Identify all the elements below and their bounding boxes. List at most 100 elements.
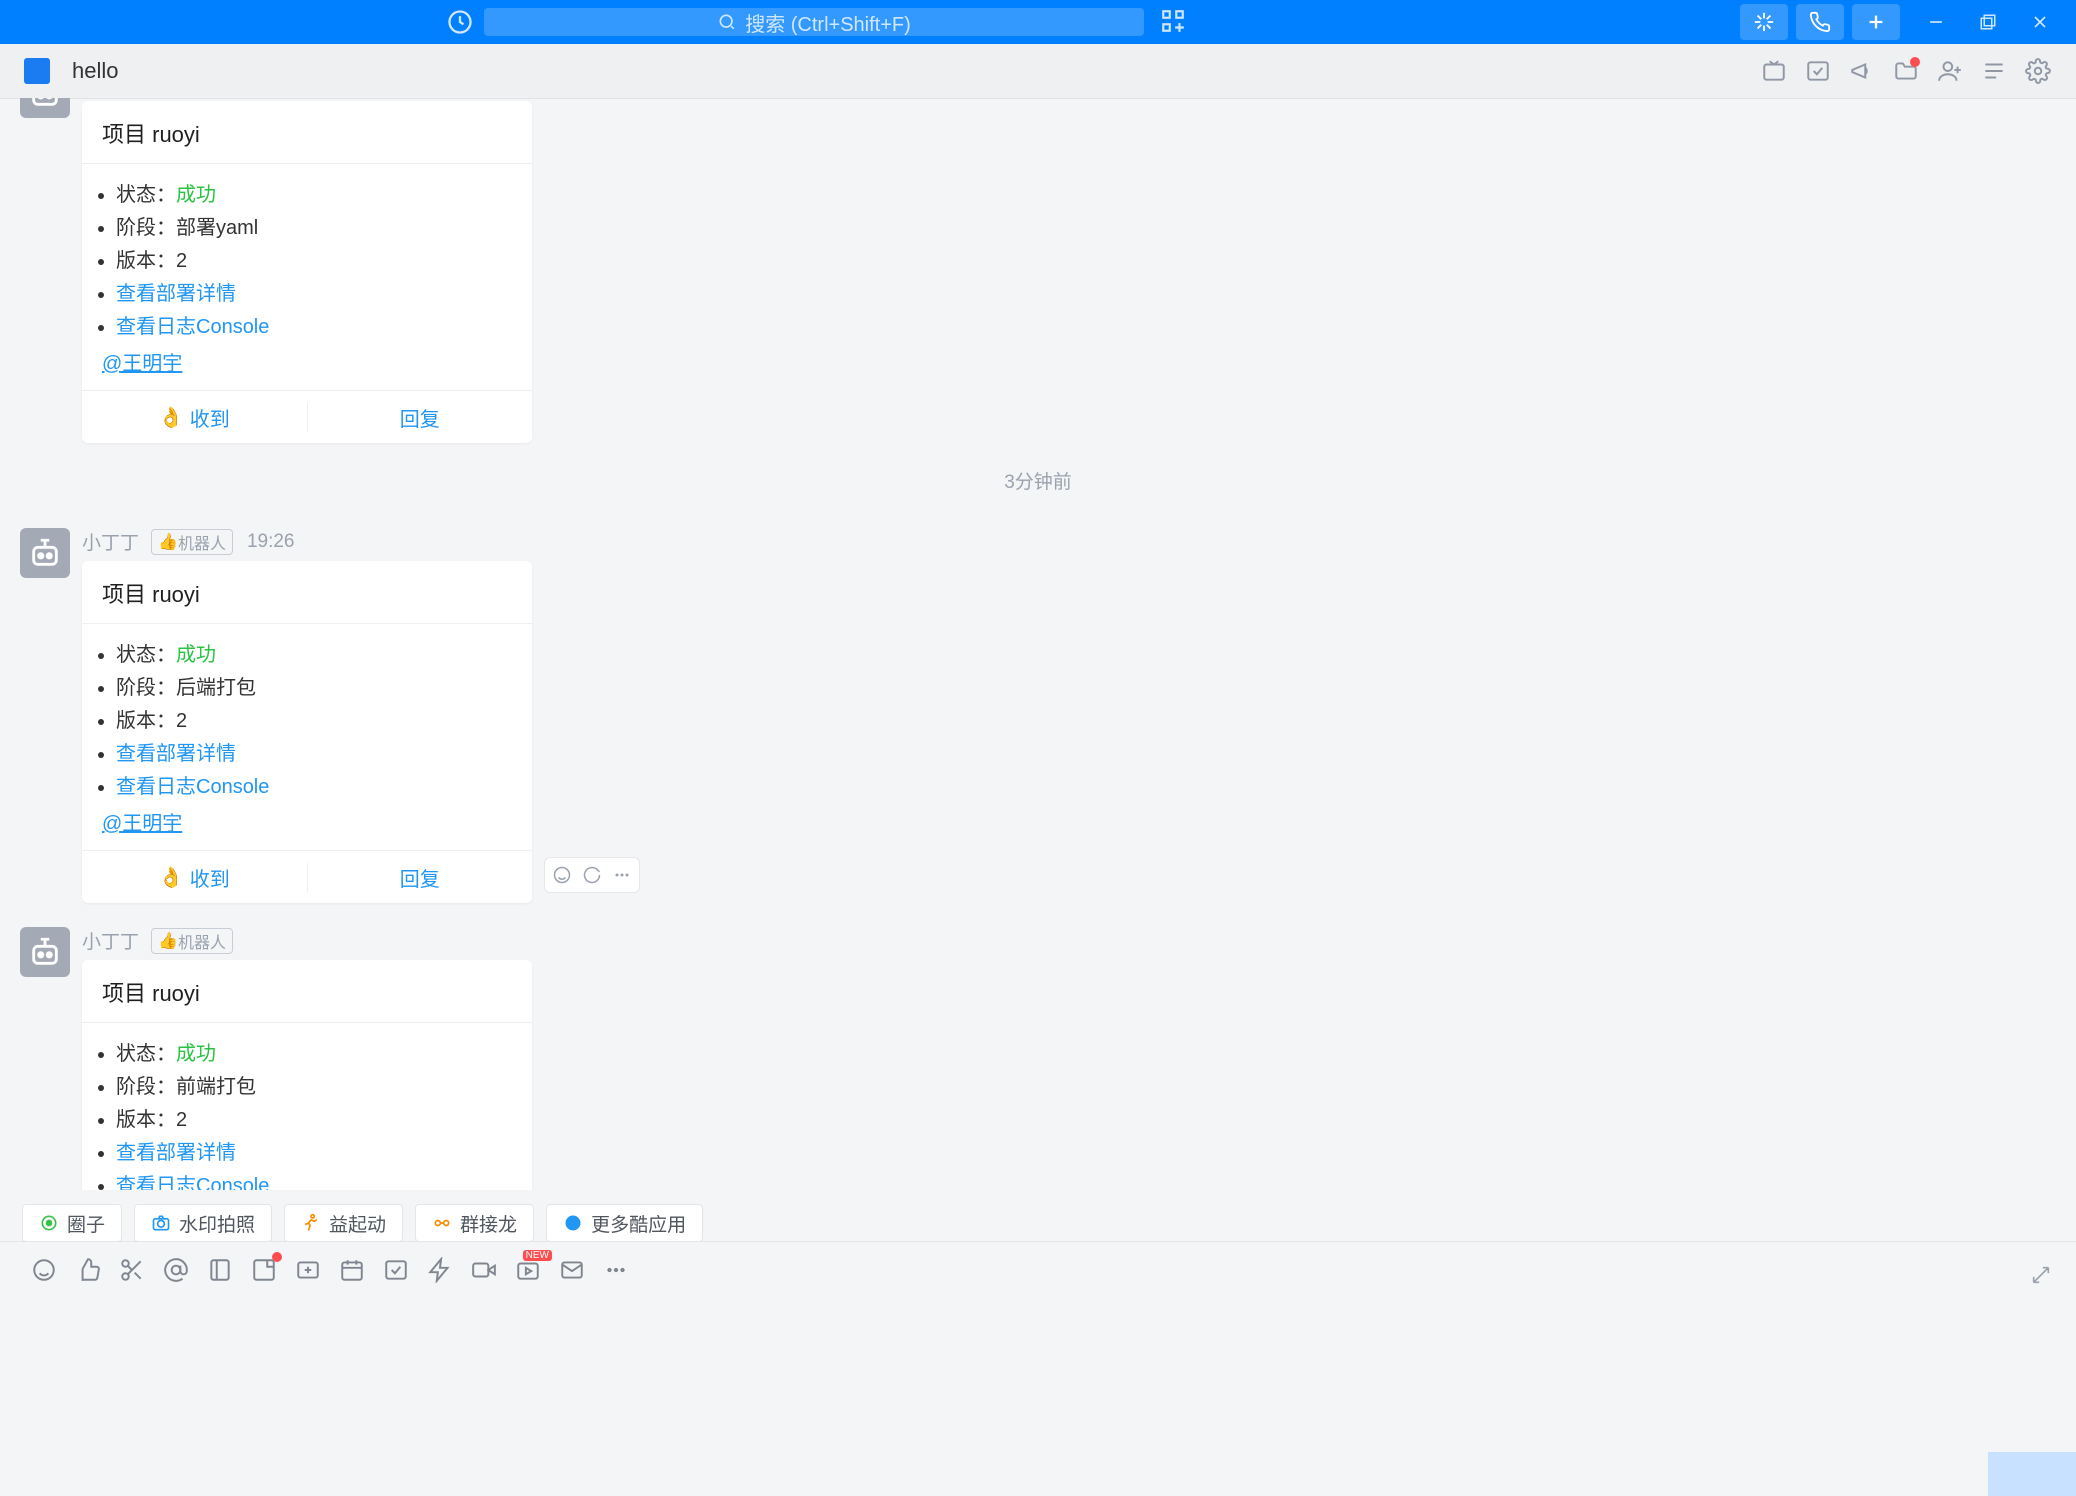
composer-input[interactable] (0, 1298, 2076, 1496)
search-input[interactable]: 搜索 (Ctrl+Shift+F) (484, 8, 1144, 36)
members-icon[interactable] (1928, 53, 1972, 89)
more-tools-icon[interactable] (594, 1252, 638, 1288)
cloud-icon[interactable] (286, 1252, 330, 1288)
at-icon[interactable] (154, 1252, 198, 1288)
version-value: 2 (176, 1109, 187, 1131)
titlebar-right (1740, 4, 2064, 40)
todo-icon[interactable] (374, 1252, 418, 1288)
mention-link[interactable]: @王明宇 (82, 347, 532, 390)
reply-button[interactable]: 回复 (307, 863, 533, 892)
close-button[interactable] (2016, 4, 2064, 40)
detail-link[interactable]: 查看部署详情 (116, 743, 236, 765)
console-link-row: 查看日志Console (116, 1169, 522, 1190)
announce-icon[interactable] (1840, 53, 1884, 89)
console-link[interactable]: 查看日志Console (116, 1175, 269, 1190)
header-actions (1752, 53, 2060, 89)
detail-link[interactable]: 查看部署详情 (116, 283, 236, 305)
card-actions: 👌收到 回复 (82, 850, 532, 903)
reply-button[interactable]: 回复 (307, 403, 533, 432)
pill-watermark[interactable]: 水印拍照 (134, 1204, 272, 1242)
emoji-icon[interactable] (22, 1252, 66, 1288)
message-card: 项目 ruoyi 状态：成功 阶段：前端打包 版本：2 查看部署详情 查看日志C… (82, 960, 532, 1190)
message: 小丁丁 👍机器人 项目 ruoyi 状态：成功 阶段：部署yaml 版本：2 查… (0, 98, 2076, 443)
like-icon[interactable] (66, 1252, 110, 1288)
message-list[interactable]: 小丁丁 👍机器人 项目 ruoyi 状态：成功 阶段：部署yaml 版本：2 查… (0, 98, 2076, 1190)
console-link[interactable]: 查看日志Console (116, 316, 269, 338)
bot-avatar[interactable] (20, 528, 70, 578)
status-value: 成功 (176, 1043, 216, 1065)
detail-link[interactable]: 查看部署详情 (116, 1142, 236, 1164)
stage-value: 前端打包 (176, 1076, 256, 1098)
emoji-react-icon[interactable] (547, 860, 577, 890)
task-icon[interactable] (1796, 53, 1840, 89)
card-body: 状态：成功 阶段：后端打包 版本：2 查看部署详情 查看日志Console (92, 638, 522, 799)
more-apps-icon (563, 1213, 583, 1233)
bot-avatar[interactable] (20, 927, 70, 977)
sender-row: 小丁丁 👍机器人 19:26 (82, 528, 532, 555)
card-title: 项目 ruoyi (82, 960, 532, 1022)
quote-icon[interactable] (577, 860, 607, 890)
add-button[interactable] (1852, 4, 1900, 40)
history-icon[interactable] (446, 8, 474, 36)
pill-circle[interactable]: 圈子 (22, 1204, 122, 1242)
hand-icon: 👌 (159, 405, 184, 430)
stage-row: 阶段：部署yaml (116, 211, 522, 240)
console-link-row: 查看日志Console (116, 310, 522, 339)
mention-link[interactable]: @王明宇 (82, 807, 532, 850)
live-icon[interactable] (1752, 53, 1796, 89)
ack-button[interactable]: 👌收到 (82, 403, 307, 432)
message: 小丁丁 👍机器人 项目 ruoyi 状态：成功 阶段：前端打包 版本：2 查看部… (0, 927, 2076, 1190)
detail-link-row: 查看部署详情 (116, 1136, 522, 1165)
more-icon[interactable] (607, 860, 637, 890)
console-link[interactable]: 查看日志Console (116, 776, 269, 798)
pill-together[interactable]: 益起动 (284, 1204, 403, 1242)
pill-relay[interactable]: 群接龙 (415, 1204, 534, 1242)
detail-link-row: 查看部署详情 (116, 737, 522, 766)
chat-avatar[interactable] (24, 58, 50, 84)
mail-icon[interactable] (550, 1252, 594, 1288)
bot-avatar[interactable] (20, 98, 70, 118)
expand-composer-icon[interactable] (2030, 1264, 2052, 1286)
send-button[interactable] (1988, 1452, 2076, 1496)
sender-row: 小丁丁 👍机器人 (82, 927, 532, 954)
stage-value: 部署yaml (176, 217, 258, 239)
settings-icon[interactable] (2016, 53, 2060, 89)
list-icon[interactable] (1972, 53, 2016, 89)
video-icon[interactable] (462, 1252, 506, 1288)
circle-icon (39, 1213, 59, 1233)
minimize-button[interactable] (1912, 4, 1960, 40)
version-value: 2 (176, 250, 187, 272)
flash-icon[interactable] (418, 1252, 462, 1288)
quick-apps-row: 圈子 水印拍照 益起动 群接龙 更多酷应用 (22, 1204, 715, 1242)
card-actions: 👌收到 回复 (82, 390, 532, 443)
version-row: 版本：2 (116, 244, 522, 273)
chat-header: hello (0, 44, 2076, 99)
note-icon[interactable] (198, 1252, 242, 1288)
scissors-icon[interactable] (110, 1252, 154, 1288)
status-value: 成功 (176, 184, 216, 206)
live-stream-icon[interactable] (506, 1252, 550, 1288)
apps-grid-icon[interactable] (1160, 8, 1186, 34)
chat-title[interactable]: hello (72, 58, 118, 84)
card-body: 状态：成功 阶段：部署yaml 版本：2 查看部署详情 查看日志Console (92, 178, 522, 339)
message-card: 项目 ruoyi 状态：成功 阶段：部署yaml 版本：2 查看部署详情 查看日… (82, 101, 532, 443)
version-row: 版本：2 (116, 1103, 522, 1132)
call-button[interactable] (1796, 4, 1844, 40)
hand-icon: 👌 (159, 865, 184, 890)
version-row: 版本：2 (116, 704, 522, 733)
sticker-icon[interactable] (242, 1252, 286, 1288)
status-row: 状态：成功 (116, 178, 522, 207)
status-value: 成功 (176, 644, 216, 666)
ack-button[interactable]: 👌收到 (82, 863, 307, 892)
message-card: 项目 ruoyi 状态：成功 阶段：后端打包 版本：2 查看部署详情 查看日志C… (82, 561, 532, 903)
bot-badge: 👍机器人 (151, 928, 233, 954)
folder-icon[interactable] (1884, 53, 1928, 89)
pill-more-apps[interactable]: 更多酷应用 (546, 1204, 703, 1242)
calendar-icon[interactable] (330, 1252, 374, 1288)
ai-button[interactable] (1740, 4, 1788, 40)
maximize-button[interactable] (1964, 4, 2012, 40)
message-time: 19:26 (247, 531, 295, 553)
stage-row: 阶段：后端打包 (116, 671, 522, 700)
search-placeholder: 搜索 (Ctrl+Shift+F) (745, 8, 911, 37)
bot-badge: 👍机器人 (151, 529, 233, 555)
